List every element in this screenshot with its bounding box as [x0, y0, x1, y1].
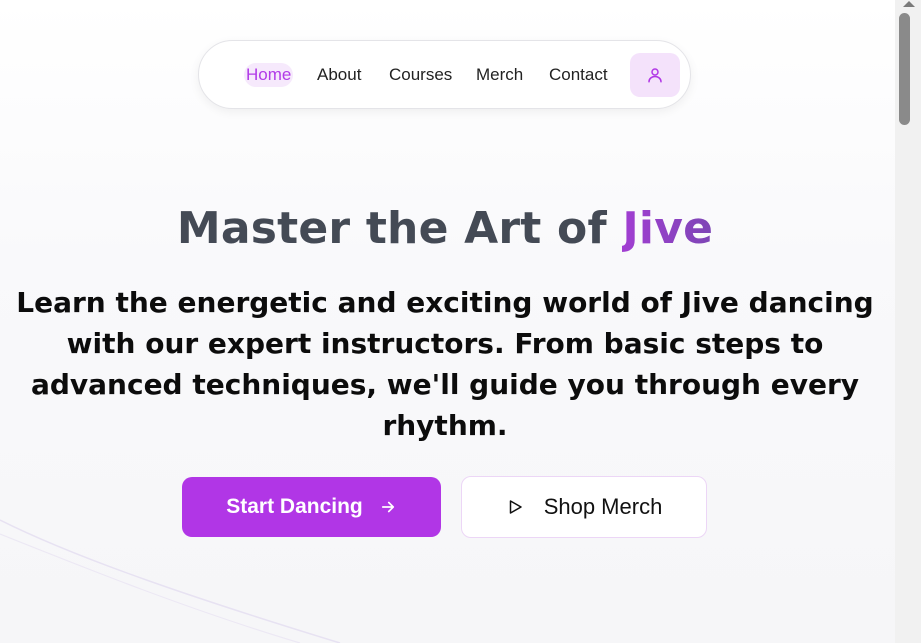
scrollbar-thumb[interactable]	[899, 13, 910, 125]
nav-courses[interactable]: Courses	[389, 65, 452, 85]
user-icon	[648, 68, 662, 83]
shop-merch-button[interactable]: Shop Merch	[461, 476, 707, 538]
nav-home[interactable]: Home	[244, 63, 294, 87]
play-icon	[509, 500, 522, 514]
start-dancing-button[interactable]: Start Dancing	[182, 477, 441, 537]
hero-title-accent: Jive	[622, 203, 714, 254]
nav-contact[interactable]: Contact	[549, 65, 608, 85]
start-dancing-label: Start Dancing	[226, 495, 363, 518]
user-account-button[interactable]	[630, 53, 680, 97]
nav-about[interactable]: About	[317, 65, 361, 85]
page: Home About Courses Merch Contact Master …	[0, 0, 895, 643]
arrow-right-icon	[381, 501, 394, 513]
hero-title: Master the Art of Jive	[0, 203, 890, 254]
hero-title-prefix: Master the Art of	[176, 203, 623, 254]
hero-subtitle: Learn the energetic and exciting world o…	[16, 286, 874, 442]
scroll-up-arrow-icon[interactable]	[903, 1, 915, 7]
vertical-scrollbar[interactable]	[895, 0, 921, 643]
nav-merch[interactable]: Merch	[476, 65, 523, 85]
main-nav: Home About Courses Merch Contact	[198, 40, 691, 109]
shop-merch-label: Shop Merch	[543, 494, 663, 519]
